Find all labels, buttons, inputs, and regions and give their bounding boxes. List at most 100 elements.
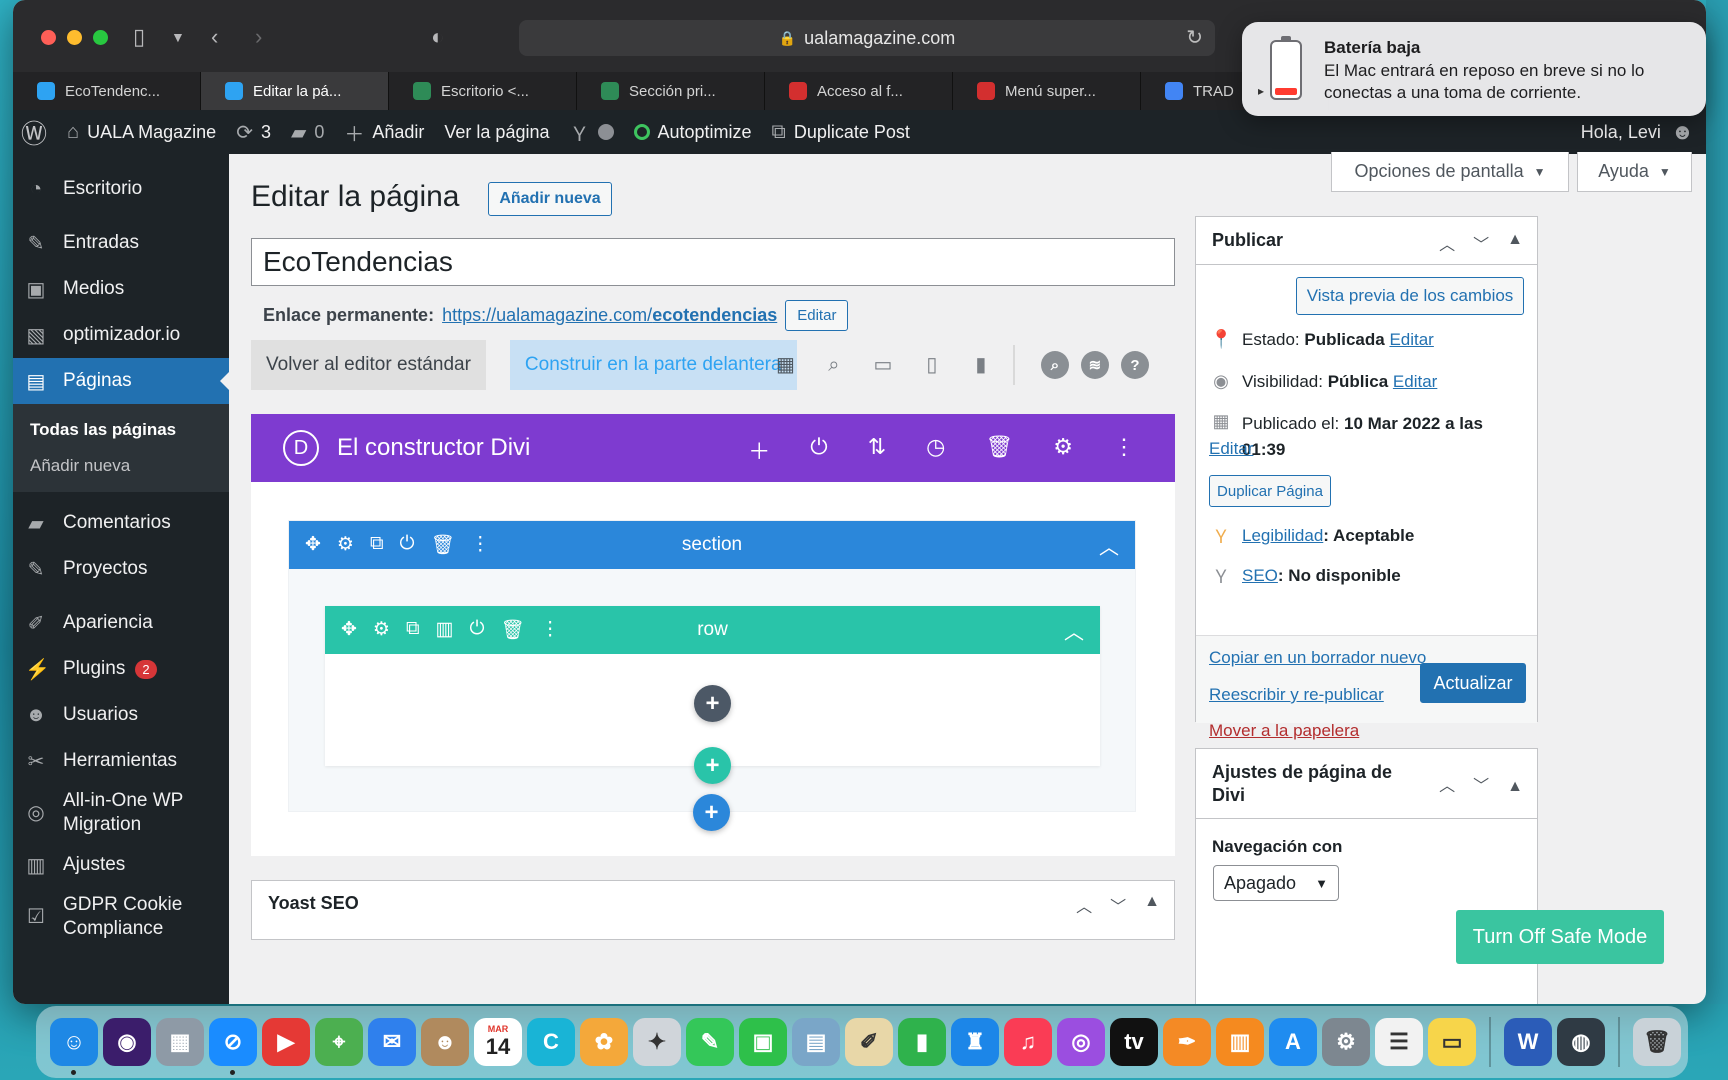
- youtube-icon[interactable]: ▶: [262, 1018, 310, 1066]
- sidebar-item-medios[interactable]: ▣ Medios: [13, 266, 229, 312]
- chevron-down-icon[interactable]: ▼: [171, 22, 185, 52]
- mail-icon[interactable]: ✉: [368, 1018, 416, 1066]
- maps-icon[interactable]: ⌖: [315, 1018, 363, 1066]
- numbers-icon[interactable]: ▮: [898, 1018, 946, 1066]
- site-name-link[interactable]: ⌂ UALA Magazine: [57, 110, 226, 154]
- view-page-link[interactable]: Ver la página: [434, 110, 559, 154]
- sidebar-item-plugins[interactable]: ⚡ Plugins 2: [13, 646, 229, 692]
- sidebar-toggle-icon[interactable]: ▯: [133, 22, 145, 52]
- compass-icon[interactable]: ✦: [633, 1018, 681, 1066]
- navigation-select[interactable]: Apagado ▼: [1213, 865, 1339, 901]
- power-icon[interactable]: ⏻: [810, 434, 827, 466]
- layers-icon[interactable]: ≋: [1080, 351, 1109, 379]
- submenu-item-add-new[interactable]: Añadir nueva: [13, 448, 229, 484]
- move-icon[interactable]: ✥: [341, 618, 357, 642]
- desktop-view-icon[interactable]: ▭: [871, 353, 895, 377]
- forward-icon[interactable]: ›: [255, 22, 262, 52]
- address-bar[interactable]: 🔒 ualamagazine.com ↻: [519, 20, 1215, 56]
- more-options-icon[interactable]: ⋮: [471, 533, 490, 557]
- phone-view-icon[interactable]: ▮: [969, 353, 993, 377]
- gear-icon[interactable]: ⚙: [373, 618, 390, 642]
- readability-link[interactable]: Legibilidad: [1242, 526, 1323, 545]
- collapse-icon[interactable]: ▲: [1144, 893, 1160, 917]
- sidebar-item-comentarios[interactable]: ▰ Comentarios: [13, 500, 229, 546]
- sidebar-item-all-in-one-wp-migration[interactable]: ◎ All-in-One WP Migration: [13, 784, 229, 842]
- launchpad-icon[interactable]: ▦: [156, 1018, 204, 1066]
- help-button[interactable]: Ayuda ▼: [1577, 152, 1692, 192]
- sidebar-item-usuarios[interactable]: ☻ Usuarios: [13, 692, 229, 738]
- screen-options-button[interactable]: Opciones de pantalla ▼: [1331, 152, 1569, 192]
- add-row-button[interactable]: +: [694, 747, 731, 784]
- chevron-up-icon[interactable]: ︿: [1076, 893, 1092, 917]
- yoast-seo-title[interactable]: Yoast SEO: [268, 893, 359, 914]
- edit-visibility-link[interactable]: Editar: [1393, 372, 1437, 391]
- reload-icon[interactable]: ↻: [1186, 25, 1203, 50]
- messages-icon[interactable]: ✎: [686, 1018, 734, 1066]
- edit-date-link[interactable]: Editar: [1209, 439, 1253, 459]
- help-icon[interactable]: ?: [1120, 351, 1149, 379]
- sidebar-item-entradas[interactable]: ✎ Entradas: [13, 220, 229, 266]
- chevron-down-icon[interactable]: ﹀: [1473, 231, 1489, 255]
- trash-icon[interactable]: 🗑: [1633, 1018, 1681, 1066]
- update-button[interactable]: Actualizar: [1420, 663, 1526, 703]
- preview-changes-button[interactable]: Vista previa de los cambios: [1296, 277, 1524, 315]
- sidebar-item-gdpr-cookie-compliance[interactable]: ☑ GDPR Cookie Compliance: [13, 888, 229, 946]
- chevron-up-icon[interactable]: ︿: [1099, 531, 1119, 560]
- updates-link[interactable]: ⟳ 3: [226, 110, 281, 154]
- trash-icon[interactable]: 🗑: [985, 434, 1013, 466]
- chevron-down-icon[interactable]: ﹀: [1473, 775, 1489, 798]
- trash-icon[interactable]: 🗑: [431, 533, 455, 557]
- sidebar-item-herramientas[interactable]: ✂ Herramientas: [13, 738, 229, 784]
- edit-permalink-button[interactable]: Editar: [785, 300, 849, 331]
- collapse-icon[interactable]: ▲: [1507, 775, 1523, 798]
- add-new-link[interactable]: ＋ Añadir: [334, 110, 434, 154]
- move-icon[interactable]: ✥: [305, 533, 321, 557]
- power-icon[interactable]: ⏻: [400, 533, 415, 557]
- row-bar[interactable]: ✥ ⚙ ⧉ ▥ ⏻ 🗑 ⋮ row ︿: [325, 606, 1100, 654]
- power-icon[interactable]: ⏻: [470, 618, 485, 642]
- add-icon[interactable]: ＋: [748, 434, 770, 466]
- edit-status-link[interactable]: Editar: [1389, 330, 1433, 349]
- tablet-view-icon[interactable]: ▯: [920, 353, 944, 377]
- close-window-button[interactable]: [41, 30, 56, 45]
- back-icon[interactable]: ‹: [211, 22, 218, 52]
- books-icon[interactable]: ▥: [1216, 1018, 1264, 1066]
- copy-to-draft-link[interactable]: Copiar en un borrador nuevo: [1209, 648, 1426, 668]
- system-preferences-icon[interactable]: ⚙: [1322, 1018, 1370, 1066]
- comments-link[interactable]: ▰ 0: [281, 110, 334, 154]
- canva-icon[interactable]: C: [527, 1018, 575, 1066]
- appletv-icon[interactable]: tv: [1110, 1018, 1158, 1066]
- move-to-trash-link[interactable]: Mover a la papelera: [1209, 721, 1359, 741]
- sort-icon[interactable]: ⇅: [868, 434, 886, 466]
- quicktime-icon[interactable]: ◍: [1557, 1018, 1605, 1066]
- browser-tab[interactable]: Sección pri...: [577, 72, 765, 110]
- build-on-front-end-button[interactable]: Construir en la parte delantera ▦: [509, 340, 797, 390]
- browser-tab[interactable]: Editar la pá...: [201, 72, 389, 110]
- notification-expand-icon[interactable]: ▸: [1258, 84, 1264, 98]
- section-bar[interactable]: ✥ ⚙ ⧉ ⏻ 🗑 ⋮ section ︿: [289, 521, 1135, 569]
- rewrite-republish-link[interactable]: Reescribir y re-publicar: [1209, 685, 1384, 705]
- music-icon[interactable]: ♫: [1004, 1018, 1052, 1066]
- seo-link[interactable]: SEO: [1242, 566, 1278, 585]
- preview-icon[interactable]: ▤: [792, 1018, 840, 1066]
- zoom-icon[interactable]: ⌕: [822, 353, 846, 377]
- duplicate-page-button[interactable]: Duplicar Página: [1209, 475, 1331, 507]
- more-options-icon[interactable]: ⋮: [541, 618, 560, 642]
- user-greeting[interactable]: Hola, Levi: [1581, 122, 1661, 143]
- add-new-page-button[interactable]: Añadir nueva: [488, 182, 612, 216]
- contacts-icon[interactable]: ☻: [421, 1018, 469, 1066]
- sidebar-item-escritorio[interactable]: ◔ Escritorio: [13, 166, 229, 212]
- chevron-up-icon[interactable]: ︿: [1064, 616, 1084, 645]
- autoptimize-menu[interactable]: Autoptimize: [624, 110, 762, 154]
- wordpress-logo-icon[interactable]: Ⓦ: [13, 110, 57, 154]
- pages-icon[interactable]: ✒: [1163, 1018, 1211, 1066]
- sidebar-item-p-ginas[interactable]: ▤ Páginas: [13, 358, 229, 404]
- collapse-icon[interactable]: ▲: [1507, 231, 1523, 255]
- reminders-icon[interactable]: ☰: [1375, 1018, 1423, 1066]
- add-section-button[interactable]: +: [693, 794, 730, 831]
- yoast-menu[interactable]: Ｙ: [560, 110, 624, 154]
- low-battery-notification[interactable]: ▸ Batería baja El Mac entrará en reposo …: [1242, 22, 1706, 116]
- facetime-icon[interactable]: ▣: [739, 1018, 787, 1066]
- duplicate-post-menu[interactable]: ⧉ Duplicate Post: [762, 110, 920, 154]
- sidebar-item-optimizador-io[interactable]: ▧ optimizador.io: [13, 312, 229, 358]
